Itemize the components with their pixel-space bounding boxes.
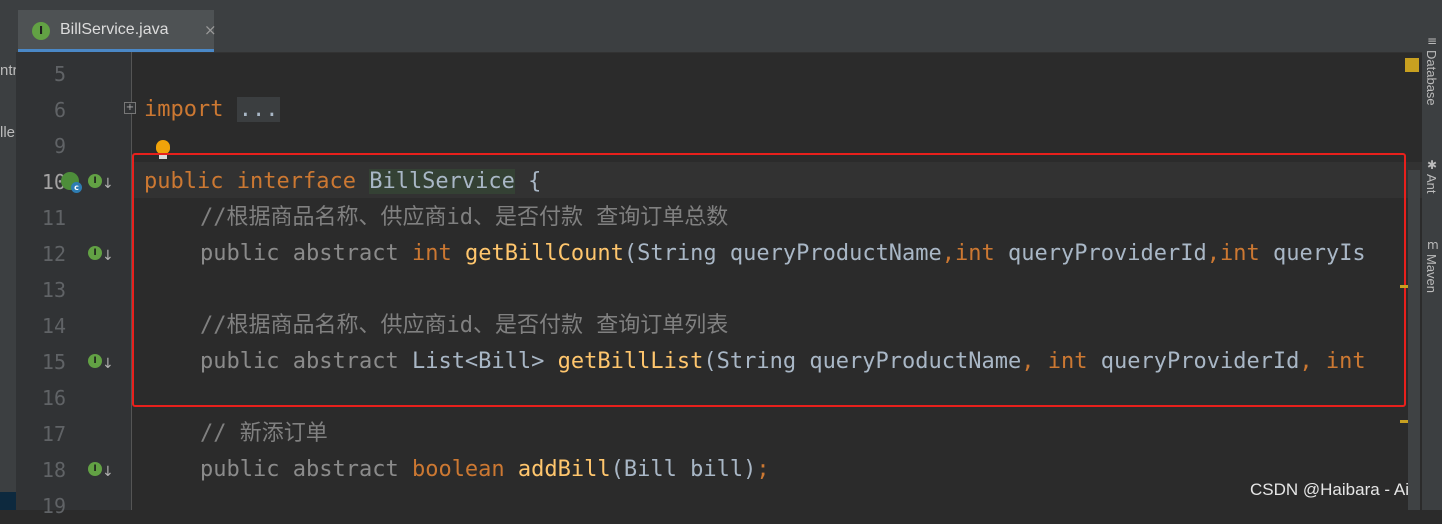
line-number: 11 (41, 206, 66, 230)
ant-icon: ✱ (1427, 158, 1438, 172)
code-line-18: public abstract boolean addBill(Bill bil… (200, 452, 770, 488)
implemented-by-icon[interactable]: c (61, 172, 82, 193)
interface-icon: I (32, 22, 50, 40)
line-number: 9 (53, 134, 66, 158)
interface-gutter-icon[interactable]: I (88, 174, 102, 188)
arrow-down-icon: ↓ (102, 248, 114, 264)
tab-billservice[interactable]: I BillService.java × (18, 10, 217, 52)
punctuation: ; (756, 457, 770, 482)
annotation-highlight-box (132, 153, 1406, 407)
code-line-17: // 新添订单 (200, 416, 328, 452)
line-number: 15 (41, 350, 66, 374)
warning-marker-icon[interactable] (1405, 58, 1419, 72)
line-number: 18 (41, 458, 66, 482)
line-number: 13 (41, 278, 66, 302)
modifier: abstract (292, 457, 399, 482)
tab-title: BillService.java (60, 21, 169, 38)
line-number: 19 (41, 494, 66, 518)
modifier: public (200, 457, 280, 482)
line-number: 5 (53, 62, 66, 86)
code-line-6: import ... (144, 92, 281, 128)
line-number: 16 (41, 386, 66, 410)
project-tree-fragment: ntr (0, 62, 16, 79)
vertical-scrollbar[interactable] (1408, 170, 1420, 510)
lightbulb-icon[interactable] (156, 140, 170, 159)
selected-row-fragment (0, 492, 16, 510)
interface-gutter-icon[interactable]: I (88, 246, 102, 260)
arrow-down-icon: ↓ (102, 356, 114, 372)
watermark: CSDN @Haibara - Ai (1250, 480, 1409, 499)
project-tree-fragment: lle (0, 124, 16, 141)
line-number: 14 (41, 314, 66, 338)
comment: // 新添订单 (200, 421, 328, 446)
line-number: 6 (53, 98, 66, 122)
type: boolean (411, 457, 505, 482)
tool-window-ant[interactable]: Ant (1424, 174, 1439, 194)
tool-window-maven[interactable]: Maven (1424, 254, 1439, 293)
tool-window-database[interactable]: Database (1424, 50, 1439, 106)
close-icon[interactable]: × (204, 21, 217, 39)
maven-icon: m (1427, 238, 1439, 252)
line-number-gutter: 5 6 9 10 11 12 13 14 15 16 17 18 19 c I … (16, 52, 132, 518)
interface-gutter-icon[interactable]: I (88, 462, 102, 476)
keyword: import (144, 97, 224, 122)
database-icon: ≡ (1427, 34, 1438, 48)
interface-gutter-icon[interactable]: I (88, 354, 102, 368)
arrow-down-icon: ↓ (102, 464, 114, 480)
top-breadcrumb-bar (0, 0, 1422, 10)
project-panel-edge[interactable]: ntr lle (0, 52, 16, 510)
method-name: addBill (517, 457, 611, 482)
editor-tab-bar: I BillService.java × (0, 10, 1422, 53)
code-text: (Bill bill) (610, 457, 757, 482)
folded-imports[interactable]: ... (236, 97, 281, 122)
line-number: 12 (41, 242, 66, 266)
arrow-down-icon: ↓ (102, 176, 114, 192)
line-number: 17 (41, 422, 66, 446)
